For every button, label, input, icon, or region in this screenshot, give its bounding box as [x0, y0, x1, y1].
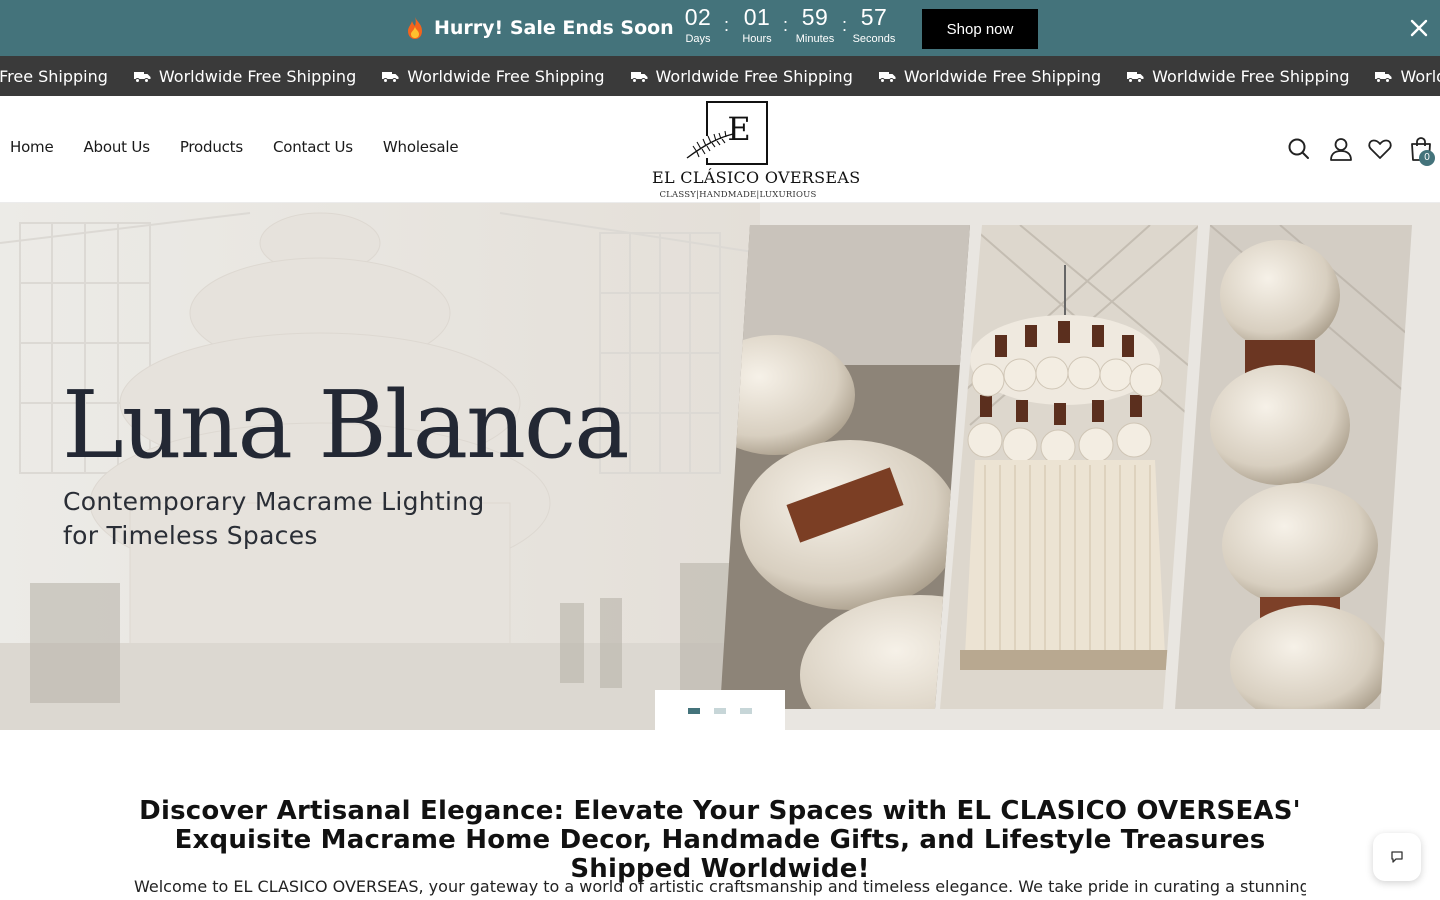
hero-subtitle: Contemporary Macrame Lighting for Timele…	[63, 487, 485, 550]
shop-now-button[interactable]: Shop now	[922, 9, 1038, 49]
marquee-item: Worldwide Free Shipping	[605, 67, 853, 86]
nav-contact-us[interactable]: Contact Us	[273, 138, 353, 156]
slide-dot-1[interactable]	[688, 708, 700, 714]
intro-paragraph: Welcome to EL CLASICO OVERSEAS, your gat…	[134, 877, 1306, 896]
countdown-hours: 01 Hours	[742, 4, 772, 45]
logo-emblem: E	[686, 101, 768, 165]
fire-icon	[408, 17, 422, 39]
hero-slider[interactable]: Luna Blanca Contemporary Macrame Lightin…	[0, 203, 1440, 730]
chat-button[interactable]	[1373, 833, 1421, 881]
nav-products[interactable]: Products	[180, 138, 243, 156]
marquee-item: Worldwide Free Shippin	[1349, 67, 1440, 86]
truck-icon	[1375, 71, 1392, 83]
truck-icon	[878, 71, 896, 83]
truck-icon	[630, 71, 648, 83]
countdown-separator: :	[842, 15, 848, 35]
sale-message: Hurry! Sale Ends Soon	[404, 16, 674, 40]
marquee-item-text: Worldwide Free Shipping	[1152, 66, 1350, 86]
marquee-track: de Free Shipping Worldwide Free Shipping W…	[0, 56, 1440, 96]
hero-product-image	[720, 225, 1412, 709]
countdown-separator: :	[783, 15, 789, 35]
nav-wholesale[interactable]: Wholesale	[383, 138, 459, 156]
marquee-item: Worldwide Free Shipping	[853, 67, 1101, 86]
truck-icon	[382, 71, 399, 83]
marquee-item: Worldwide Free Shipping	[356, 66, 605, 86]
countdown-days: 02 Days	[684, 4, 712, 45]
site-logo[interactable]: E EL CLÁSICO OVERSEAS CLASSY|HANDMADE|LU…	[652, 98, 861, 200]
logo-tagline: CLASSY|HANDMADE|LUXURIOUS	[659, 190, 817, 200]
marquee-item: Worldwide Free Shipping	[1101, 67, 1349, 86]
svg-text:E: E	[727, 110, 750, 148]
cart-count-badge: 0	[1419, 150, 1435, 166]
slide-dot-3[interactable]	[740, 708, 752, 714]
heart-icon[interactable]	[1367, 136, 1393, 162]
intro-heading: Discover Artisanal Elegance: Elevate You…	[139, 796, 1301, 884]
nav-home[interactable]: Home	[10, 138, 54, 156]
marquee-item-text: Worldwide Free Shipping	[655, 66, 853, 86]
announcement-bar: Hurry! Sale Ends Soon 02 Days : 01 Hours…	[0, 0, 1440, 56]
countdown-separator: :	[724, 15, 730, 35]
marquee-item-text: Worldwide Free Shipping	[407, 66, 605, 86]
slide-dot-2[interactable]	[714, 708, 726, 714]
countdown-seconds: 57 Seconds	[852, 4, 896, 45]
chat-icon	[1391, 851, 1403, 863]
hero-title: Luna Blanca	[62, 371, 630, 479]
search-icon[interactable]	[1286, 136, 1312, 162]
marquee-item: de Free Shipping	[0, 67, 108, 86]
logo-name: EL CLÁSICO OVERSEAS	[652, 168, 861, 187]
truck-icon	[1127, 71, 1144, 83]
countdown-minutes: 59 Minutes	[795, 4, 835, 45]
marquee-item: Worldwide Free Shipping	[108, 67, 356, 86]
user-icon[interactable]	[1328, 136, 1354, 162]
site-header: Home About Us Products Contact Us Wholes…	[0, 96, 1440, 203]
main-nav: Home About Us Products Contact Us Wholes…	[10, 138, 488, 156]
truck-icon	[133, 71, 151, 83]
nav-about-us[interactable]: About Us	[84, 138, 151, 156]
shipping-marquee: de Free Shipping Worldwide Free Shipping W…	[0, 56, 1440, 96]
marquee-item-text: Worldwide Free Shipping	[903, 66, 1102, 86]
marquee-item-text: Worldwide Free Shippin	[1400, 66, 1440, 86]
marquee-item-text: Worldwide Free Shipping	[158, 66, 357, 86]
sale-message-text: Hurry! Sale Ends Soon	[434, 17, 674, 39]
marquee-item-text: de Free Shipping	[0, 66, 108, 86]
close-icon[interactable]	[1408, 17, 1430, 39]
slider-pagination	[655, 690, 785, 730]
